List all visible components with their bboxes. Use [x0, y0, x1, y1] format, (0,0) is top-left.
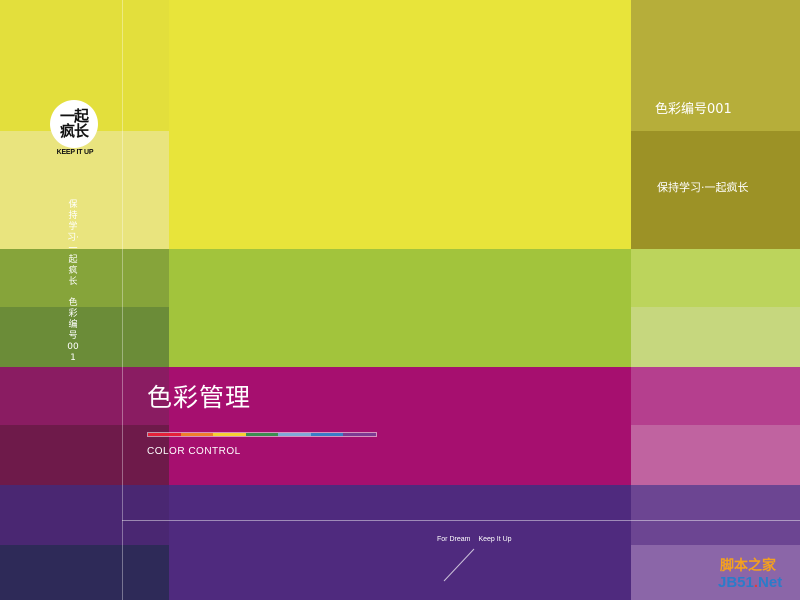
color-stripe: [147, 432, 377, 437]
horizontal-guide-line: [122, 520, 800, 521]
main-yellow-block: [169, 0, 631, 249]
stripe-segment-5: [278, 433, 311, 436]
motto-label: 保持学习·一起疯长: [657, 181, 749, 194]
main-green-block: [169, 249, 631, 367]
right-swatch-purple-1: [631, 485, 800, 545]
logo-tagline: KEEP IT UP: [56, 149, 94, 156]
watermark-jb: JB51: [718, 574, 754, 591]
left-swatch-green-2: [0, 307, 169, 367]
main-purple-block: [169, 485, 631, 600]
right-swatch-green-2: [631, 307, 800, 367]
left-swatch-green-1: [0, 249, 169, 307]
footer-for-dream: For Dream: [437, 536, 471, 543]
left-swatch-magenta-1: [0, 367, 169, 425]
stripe-segment-6: [310, 433, 344, 436]
logo-line-2: 疯长: [59, 122, 89, 140]
left-swatch-purple-2: [0, 545, 169, 600]
left-swatch-purple-1: [0, 485, 169, 545]
vertical-guide-line: [122, 0, 123, 600]
stripe-segment-2: [180, 433, 214, 436]
main-title: 色彩管理: [147, 383, 252, 412]
watermark-net: Net: [758, 574, 783, 591]
right-swatch-magenta-2: [631, 425, 800, 485]
color-code-label: 色彩编号001: [655, 102, 732, 117]
logo-badge: 一起 疯长: [50, 100, 98, 148]
right-swatch-magenta-1: [631, 367, 800, 425]
footer-keep-it-up: Keep It Up: [478, 536, 512, 543]
left-swatch-magenta-2: [0, 425, 169, 485]
main-subtitle: COLOR CONTROL: [147, 446, 241, 457]
watermark-domain: JB51.Net: [718, 574, 782, 591]
stripe-segment-1: [148, 433, 181, 436]
stripe-segment-4: [245, 433, 279, 436]
right-swatch-green-1: [631, 249, 800, 307]
footer-slogan: For Dream Keep It Up: [437, 536, 512, 543]
vertical-slogan-1: 保持学习·一起疯长: [67, 200, 79, 287]
stripe-segment-3: [213, 433, 246, 436]
stripe-segment-7: [343, 433, 377, 436]
vertical-slogan-2: 色彩 编号001: [67, 298, 79, 363]
watermark-site-name: 脚本之家: [720, 558, 776, 574]
diagonal-line: [443, 548, 475, 582]
